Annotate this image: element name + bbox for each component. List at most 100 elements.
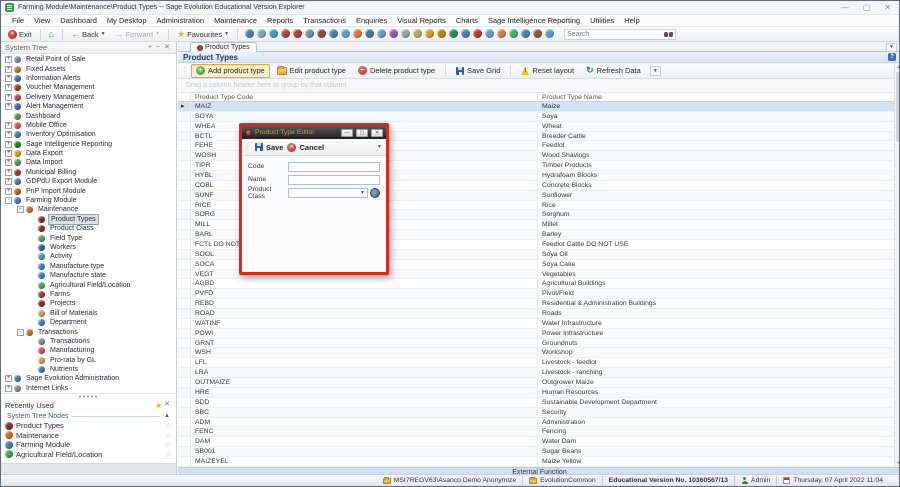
sidebar-item-manufacturing[interactable]: Manufacturing bbox=[1, 346, 176, 355]
sidebar-item-alert-management[interactable]: +Alert Management bbox=[1, 102, 176, 111]
sidebar-item-transactions[interactable]: -Transactions bbox=[1, 327, 176, 336]
expand-icon[interactable]: + bbox=[5, 178, 12, 185]
favourite-star-icon[interactable]: ☆ bbox=[165, 450, 172, 459]
tab-overflow-button[interactable]: ▼ bbox=[886, 43, 897, 52]
sidebar-item-field-type[interactable]: Field Type bbox=[1, 233, 176, 242]
sidebar-item-workers[interactable]: Workers bbox=[1, 243, 176, 252]
name-field[interactable] bbox=[288, 175, 380, 185]
table-row[interactable]: REBDResidential & Administration Buildin… bbox=[178, 299, 900, 309]
reset-layout-button[interactable]: Reset layout bbox=[516, 64, 579, 78]
expand-icon[interactable]: + bbox=[5, 94, 12, 101]
favourites-button[interactable]: ★ Favourites ▼ bbox=[174, 29, 232, 40]
expand-icon[interactable]: + bbox=[5, 188, 12, 195]
sidebar-item-sage-intelligence-reporting[interactable]: +Sage Intelligence Reporting bbox=[1, 140, 176, 149]
menu-transactions[interactable]: Transactions bbox=[298, 16, 351, 25]
table-row[interactable]: LFLLivestock - feedlot bbox=[178, 358, 900, 368]
dialog-minimize-icon[interactable]: — bbox=[341, 129, 353, 137]
expand-icon[interactable]: + bbox=[5, 131, 12, 138]
sidebar-item-inventory-optimisation[interactable]: +Inventory Optimisation bbox=[1, 130, 176, 139]
menu-view[interactable]: View bbox=[29, 16, 55, 25]
menu-charts[interactable]: Charts bbox=[451, 16, 483, 25]
module-shortcut-icon[interactable] bbox=[341, 29, 350, 38]
refresh-data-button[interactable]: ↻Refresh Data bbox=[581, 64, 646, 78]
sidebar-item-data-export[interactable]: +Data Export bbox=[1, 149, 176, 158]
column-header-name[interactable]: Product Type Name bbox=[538, 93, 900, 101]
scroll-down-icon[interactable]: ▼ bbox=[895, 459, 900, 467]
expand-icon[interactable]: + bbox=[5, 56, 12, 63]
chevron-up-icon[interactable]: ▲ bbox=[164, 413, 170, 419]
sidebar-item-pro-rata-by-gl[interactable]: Pro-rata by GL bbox=[1, 356, 176, 365]
menu-utilities[interactable]: Utilities bbox=[585, 16, 619, 25]
module-shortcut-icon[interactable] bbox=[353, 29, 362, 38]
module-shortcut-icon[interactable] bbox=[281, 29, 290, 38]
expand-icon[interactable]: + bbox=[5, 375, 12, 382]
tab-product-types[interactable]: Product Types bbox=[190, 42, 257, 52]
module-shortcut-icon[interactable] bbox=[437, 29, 446, 38]
expand-icon[interactable]: + bbox=[5, 122, 12, 129]
table-row[interactable]: HREHuman Resources bbox=[178, 388, 900, 398]
menu-my-desktop[interactable]: My Desktop bbox=[102, 16, 152, 25]
module-shortcut-icon[interactable] bbox=[425, 29, 434, 38]
dialog-close-icon[interactable]: ✕ bbox=[371, 129, 383, 137]
module-shortcut-icon[interactable] bbox=[461, 29, 470, 38]
menu-reports[interactable]: Reports bbox=[262, 16, 298, 25]
expand-icon[interactable]: + bbox=[5, 103, 12, 110]
sidebar-item-department[interactable]: Department bbox=[1, 318, 176, 327]
favourite-star-icon[interactable]: ☆ bbox=[165, 440, 172, 449]
favourite-star-icon[interactable]: ☆ bbox=[165, 431, 172, 440]
group-by-bar[interactable]: Drag a column header here to group by th… bbox=[178, 79, 900, 93]
sidebar-item-nutrients[interactable]: Nutrients bbox=[1, 365, 176, 374]
delete-product-type-button[interactable]: −Delete product type bbox=[353, 64, 440, 78]
module-shortcut-icon[interactable] bbox=[485, 29, 494, 38]
sidebar-item-manufacture-type[interactable]: Manufacture type bbox=[1, 262, 176, 271]
module-shortcut-icon[interactable] bbox=[317, 29, 326, 38]
sidebar-item-agricultural-field-location[interactable]: Agricultural Field/Location bbox=[1, 280, 176, 289]
table-row[interactable]: FENCFencing bbox=[178, 427, 900, 437]
menu-file[interactable]: File bbox=[7, 16, 29, 25]
column-header-code[interactable]: Product Type Code bbox=[191, 93, 538, 101]
sidebar-item-product-class[interactable]: Product Class bbox=[1, 224, 176, 233]
edit-product-type-button[interactable]: Edit product type bbox=[272, 64, 351, 78]
module-shortcut-icon[interactable] bbox=[509, 29, 518, 38]
table-row[interactable]: AGBDAgricultural Buildings bbox=[178, 279, 900, 289]
collapse-icon[interactable]: - bbox=[5, 197, 12, 204]
table-row[interactable]: LRALivestock - ranching bbox=[178, 368, 900, 378]
close-pane-icon[interactable]: ✕ bbox=[162, 44, 172, 52]
collapse-icon[interactable]: - bbox=[17, 206, 24, 213]
add-product-type-button[interactable]: +Add product type bbox=[191, 64, 270, 78]
sidebar-item-farms[interactable]: Farms bbox=[1, 290, 176, 299]
recent-item-product-types[interactable]: Product Types☆ bbox=[1, 421, 176, 431]
home-button[interactable]: ⌂ bbox=[46, 29, 57, 40]
minimize-icon[interactable]: — bbox=[841, 4, 849, 12]
sidebar-item-fixed-assets[interactable]: +Fixed Assets bbox=[1, 64, 176, 73]
sidebar-item-retail-point-of-sale[interactable]: +Retail Point of Sale bbox=[1, 55, 176, 64]
recent-item-farming-module[interactable]: Farming Module☆ bbox=[1, 440, 176, 450]
table-row[interactable]: SBCSecurity bbox=[178, 408, 900, 418]
expand-icon[interactable]: + bbox=[5, 75, 12, 82]
module-shortcut-icon[interactable] bbox=[269, 29, 278, 38]
recent-item-maintenance[interactable]: Maintenance☆ bbox=[1, 431, 176, 441]
menu-dashboard[interactable]: Dashboard bbox=[55, 16, 102, 25]
recent-item-agricultural-field-location[interactable]: Agricultural Field/Location☆ bbox=[1, 450, 176, 460]
recently-used-group[interactable]: System Tree Nodes ▲ bbox=[1, 411, 176, 421]
menu-maintenance[interactable]: Maintenance bbox=[209, 16, 262, 25]
sidebar-item-farming-module[interactable]: -Farming Module bbox=[1, 196, 176, 205]
scroll-up-icon[interactable]: ▲ bbox=[895, 63, 900, 71]
expand-icon[interactable]: + bbox=[5, 150, 12, 157]
sidebar-item-mobile-office[interactable]: +Mobile Office bbox=[1, 121, 176, 130]
exit-button[interactable]: Exit bbox=[5, 29, 35, 40]
maximize-icon[interactable]: ▢ bbox=[863, 4, 871, 12]
vertical-scrollbar[interactable]: ▲ ▼ bbox=[894, 63, 900, 467]
table-row[interactable]: ADMAdministration bbox=[178, 418, 900, 428]
code-field[interactable] bbox=[288, 162, 380, 172]
back-button[interactable]: ← Back ▼ bbox=[68, 29, 109, 40]
module-shortcut-icon[interactable] bbox=[365, 29, 374, 38]
search-input[interactable] bbox=[567, 30, 664, 39]
sidebar-item-gdpdu-export-module[interactable]: +GDPdU Export Module bbox=[1, 177, 176, 186]
sidebar-item-delivery-management[interactable]: +Delivery Management bbox=[1, 93, 176, 102]
sidebar-item-projects[interactable]: Projects bbox=[1, 299, 176, 308]
menu-enquiries[interactable]: Enquiries bbox=[351, 16, 392, 25]
expand-all-button[interactable]: + bbox=[146, 44, 154, 52]
close-pane-icon[interactable]: ✕ bbox=[162, 401, 172, 409]
expand-icon[interactable]: + bbox=[5, 84, 12, 91]
